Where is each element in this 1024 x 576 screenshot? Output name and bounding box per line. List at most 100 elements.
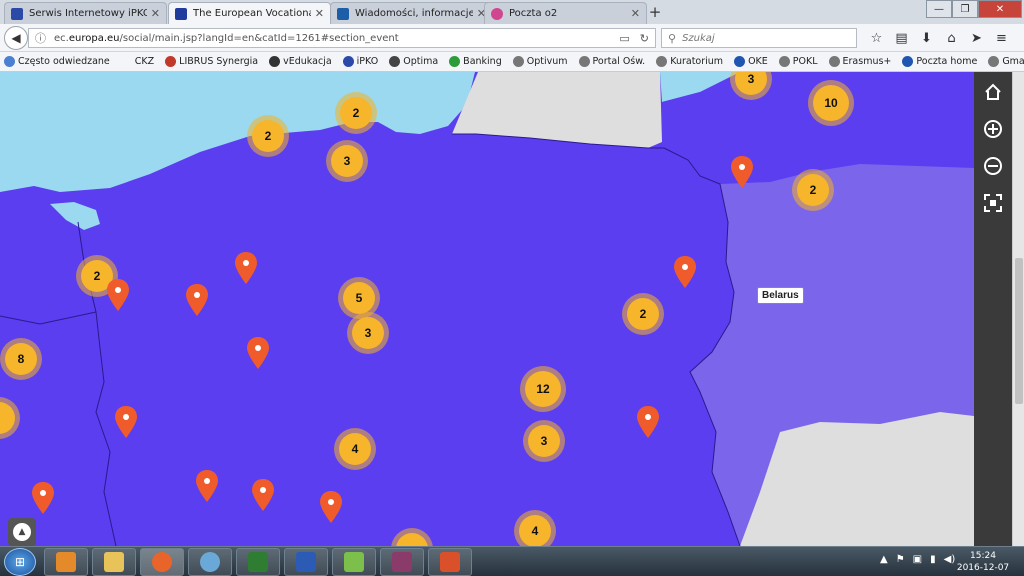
event-cluster[interactable]: 12 [520, 366, 566, 412]
bookmark-item[interactable]: Gmail [988, 56, 1024, 67]
bookmark-item[interactable]: Portal Ośw. [578, 56, 645, 67]
bookmark-item[interactable]: Kuratorium [656, 56, 723, 67]
taskbar-firefox[interactable] [140, 548, 184, 576]
bookmark-item[interactable]: Optima [389, 56, 438, 67]
page-scrollbar[interactable] [1012, 72, 1024, 546]
taskbar-explorer[interactable] [92, 548, 136, 576]
url-text[interactable]: ec.europa.eu/social/main.jsp?langId=en&c… [54, 33, 609, 44]
restore-icon[interactable]: ❐ [952, 0, 978, 18]
event-pin-icon[interactable] [320, 491, 342, 523]
site-info-icon[interactable]: ⓘ [35, 30, 46, 46]
event-pin-icon[interactable] [252, 479, 274, 511]
event-cluster[interactable]: 4 [514, 510, 556, 546]
address-bar[interactable]: ⓘ ec.europa.eu/social/main.jsp?langId=en… [28, 28, 656, 48]
event-pin-icon[interactable] [107, 279, 129, 311]
event-pin-icon[interactable] [247, 337, 269, 369]
taskbar-media-player[interactable] [44, 548, 88, 576]
tab-poczta-o2[interactable]: Poczta o2 ✕ [484, 2, 647, 24]
bookmark-item[interactable]: POKL [778, 56, 818, 67]
scroll-to-top-button[interactable]: ▲ [8, 518, 36, 546]
tab-ipko[interactable]: Serwis Internetowy iPKO ✕ [4, 2, 167, 24]
event-pin-icon[interactable] [115, 406, 137, 438]
bookmark-item[interactable]: Banking [449, 56, 502, 67]
taskbar-app-green[interactable] [332, 548, 376, 576]
event-cluster[interactable]: 2 [622, 293, 664, 335]
taskbar-word[interactable] [284, 548, 328, 576]
close-window-icon[interactable]: ✕ [978, 0, 1022, 18]
signal-icon[interactable]: ▮ [930, 554, 936, 565]
event-pin-icon[interactable] [186, 284, 208, 316]
bookmark-item[interactable]: CKZ [120, 56, 154, 67]
folder-icon [104, 552, 124, 572]
bookmark-favicon-icon [902, 56, 914, 67]
event-map[interactable]: 3 10 2 2 3 2 2 5 3 2 8 12 3 4 4 Belarus … [0, 72, 974, 546]
start-windows-icon[interactable]: ⊞ [4, 548, 36, 576]
event-cluster[interactable]: 4 [334, 428, 376, 470]
event-cluster[interactable]: 3 [326, 140, 368, 182]
event-pin-icon[interactable] [196, 470, 218, 502]
menu-hamburger-icon[interactable]: ≡ [989, 28, 1014, 48]
pocket-send-icon[interactable]: ➤ [964, 28, 989, 48]
bookmark-item[interactable]: Erasmus+ [828, 56, 891, 67]
bookmark-item[interactable]: iPKO [342, 56, 378, 67]
news-favicon-icon [337, 7, 349, 20]
south-western-border [0, 311, 97, 325]
taskbar-app-orange[interactable] [428, 548, 472, 576]
tab-close-icon[interactable]: ✕ [631, 7, 640, 20]
clock-time: 15:24 [970, 551, 996, 561]
zoom-in-icon[interactable] [979, 115, 1007, 143]
search-icon: ⚲ [668, 31, 677, 45]
event-cluster[interactable]: 8 [0, 338, 42, 380]
taskbar-network[interactable] [188, 548, 232, 576]
clipboard-icon[interactable]: ▤ [889, 28, 914, 48]
event-cluster[interactable]: 3 [347, 312, 389, 354]
tab-close-icon[interactable]: ✕ [151, 7, 160, 20]
volume-icon[interactable]: ◀) [944, 554, 956, 565]
tab-wiadomosci[interactable]: Wiadomości, informacje, p... ✕ [330, 2, 493, 24]
event-pin-icon[interactable] [731, 156, 753, 188]
back-arrow-icon[interactable]: ◀ [4, 26, 28, 50]
tab-european-vocational[interactable]: The European Vocational S... ✕ [168, 2, 331, 24]
map-toolbar [974, 72, 1012, 546]
bookmark-label: Kuratorium [670, 56, 724, 67]
reload-icon[interactable]: ↻ [640, 32, 649, 45]
bookmark-item[interactable]: Poczta home [902, 56, 977, 67]
bookmark-star-icon[interactable]: ☆ [864, 28, 889, 48]
bookmark-item[interactable]: Często odwiedzane [4, 56, 110, 67]
tray-expand-icon[interactable]: ▲ [880, 554, 888, 565]
flag-icon[interactable]: ⚑ [896, 554, 905, 565]
search-input[interactable] [682, 32, 843, 44]
event-cluster[interactable]: 2 [247, 115, 289, 157]
network-icon[interactable]: ▣ [913, 554, 922, 565]
scrollbar-thumb[interactable] [1015, 258, 1023, 404]
event-cluster[interactable]: 2 [335, 92, 377, 134]
event-pin-icon[interactable] [637, 406, 659, 438]
event-pin-icon[interactable] [674, 256, 696, 288]
tab-close-icon[interactable]: ✕ [315, 7, 324, 20]
new-tab-plus-icon[interactable]: + [648, 3, 662, 21]
bookmark-favicon-icon [342, 56, 354, 67]
taskbar-excel[interactable] [236, 548, 280, 576]
bookmark-item[interactable]: LIBRUS Synergia [165, 56, 258, 67]
event-cluster[interactable]: 10 [808, 80, 854, 126]
bookmark-item[interactable]: vEdukacja [269, 56, 332, 67]
zoom-out-icon[interactable] [979, 152, 1007, 180]
search-box[interactable]: ⚲ [661, 28, 857, 48]
bookmark-item[interactable]: Optivum [512, 56, 568, 67]
fullscreen-icon[interactable] [979, 189, 1007, 217]
event-cluster[interactable]: 2 [792, 169, 834, 211]
firefox-icon [152, 552, 172, 572]
taskbar-clock[interactable]: 15:24 2016-12-07 [956, 550, 1010, 574]
bookmark-item[interactable]: OKE [734, 56, 768, 67]
download-icon[interactable]: ⬇ [914, 28, 939, 48]
orange-app-icon [440, 552, 460, 572]
event-cluster[interactable]: 3 [523, 420, 565, 462]
taskbar-winrar[interactable] [380, 548, 424, 576]
media-player-icon [56, 552, 76, 572]
event-pin-icon[interactable] [32, 482, 54, 514]
map-home-icon[interactable] [979, 78, 1007, 106]
minimize-icon[interactable]: — [926, 0, 952, 18]
reader-view-icon[interactable]: ▭ [619, 32, 629, 45]
event-pin-icon[interactable] [235, 252, 257, 284]
home-icon[interactable]: ⌂ [939, 28, 964, 48]
